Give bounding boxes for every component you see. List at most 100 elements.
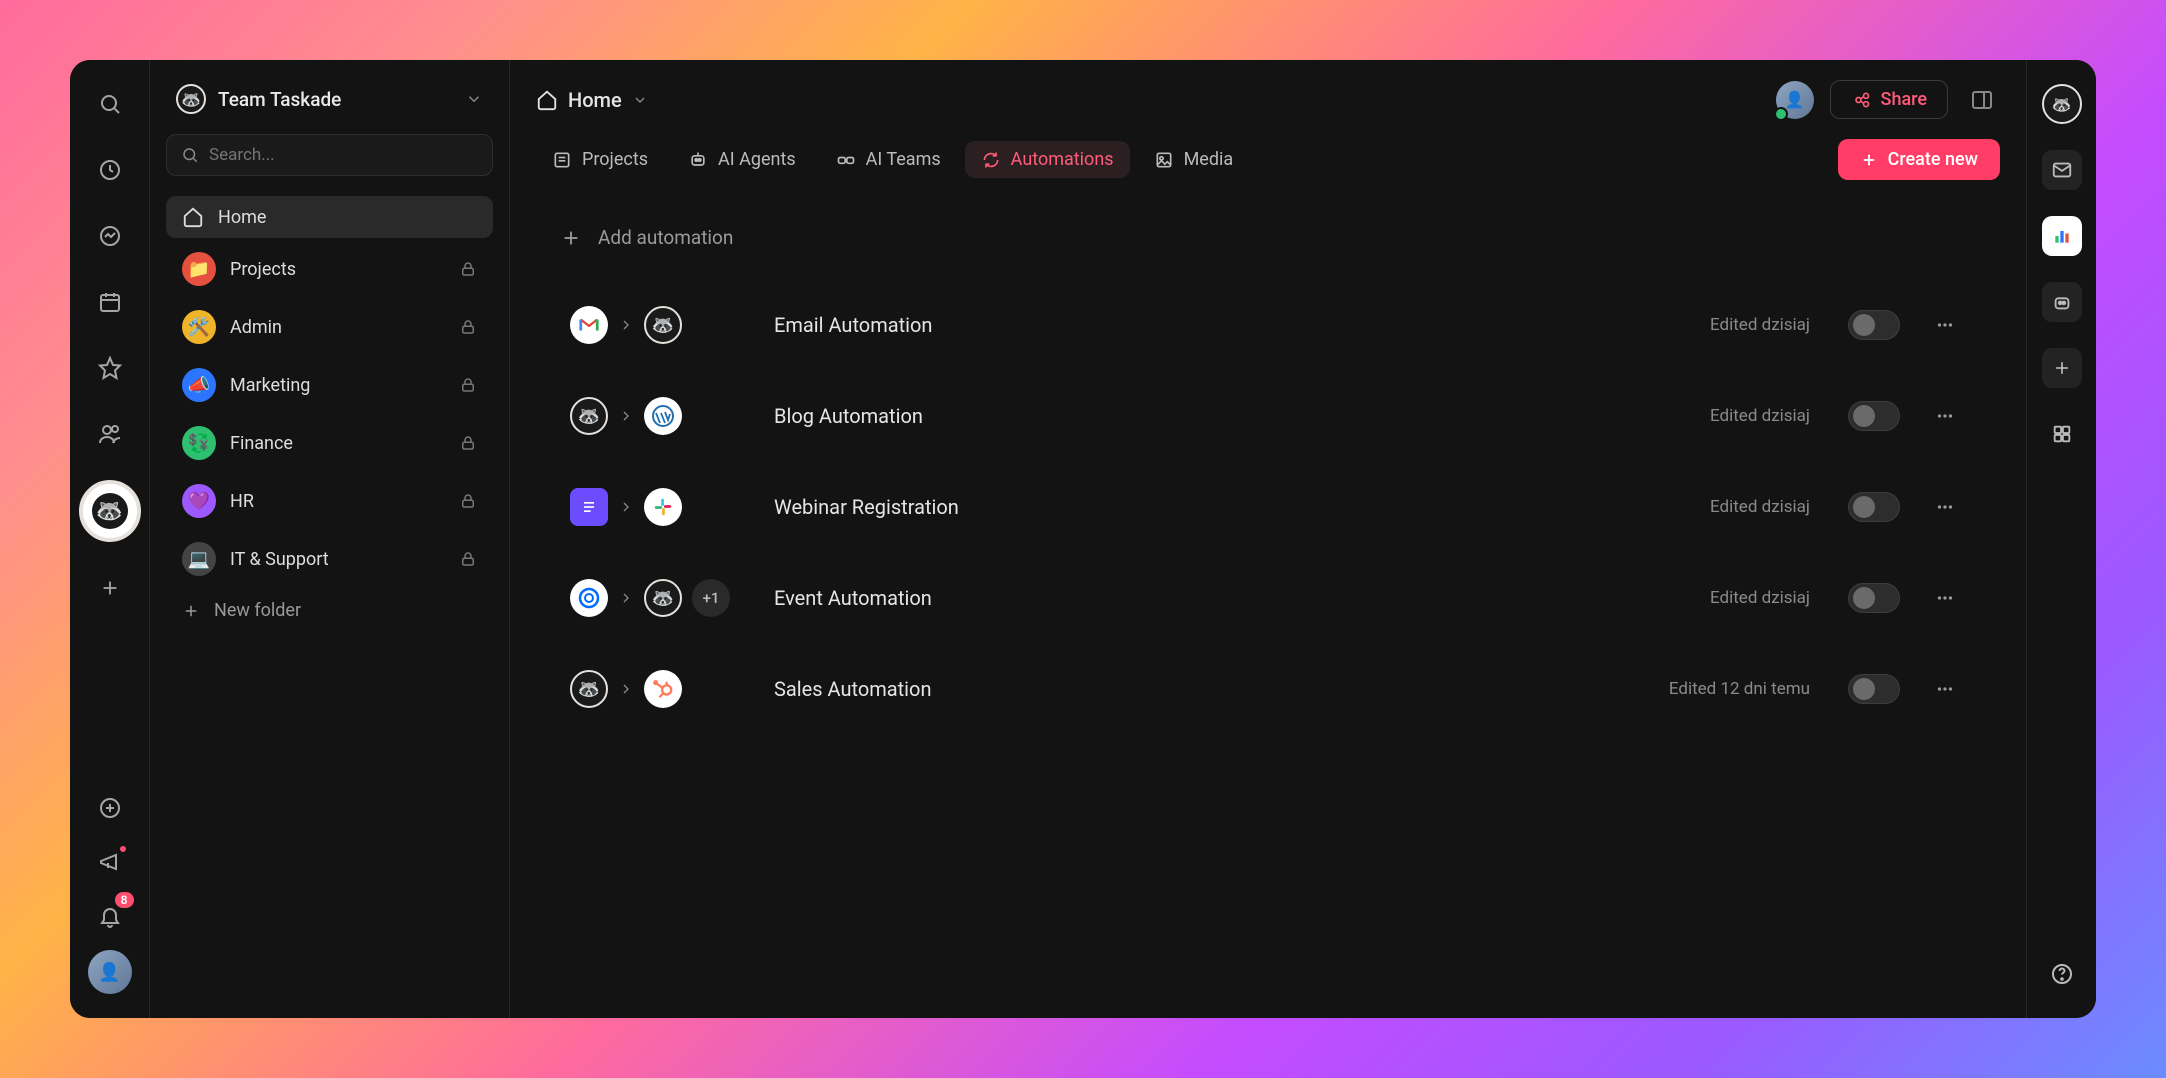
tab-label: Automations [1011, 149, 1114, 170]
sidebar-item-label: Marketing [230, 375, 310, 396]
add-workspace-button[interactable] [90, 568, 130, 608]
more-options-icon[interactable] [1924, 672, 1966, 706]
calendar-icon[interactable] [90, 282, 130, 322]
tab-ai-teams[interactable]: AI Teams [820, 141, 957, 178]
sidebar-item-admin[interactable]: 🛠️ Admin [166, 300, 493, 354]
page-title: Home [568, 88, 622, 112]
sidebar-item-finance[interactable]: 💱 Finance [166, 416, 493, 470]
share-button[interactable]: Share [1830, 80, 1948, 119]
share-label: Share [1881, 89, 1927, 110]
search-input[interactable] [209, 145, 478, 165]
automation-flow-icons [570, 488, 750, 526]
star-icon[interactable] [90, 348, 130, 388]
search-icon[interactable] [90, 84, 130, 124]
edited-timestamp: Edited dzisiaj [1710, 588, 1810, 608]
chevron-right-icon [618, 590, 634, 606]
automation-name: Blog Automation [774, 404, 1686, 428]
main-panel: Home 👤 Share [510, 60, 2026, 1018]
apps-grid-icon[interactable] [2042, 414, 2082, 454]
tab-media[interactable]: Media [1138, 141, 1250, 178]
more-options-icon[interactable] [1924, 399, 1966, 433]
folder-icon: 📁 [182, 252, 216, 286]
sidebar-item-home[interactable]: Home [166, 196, 493, 238]
edited-timestamp: Edited dzisiaj [1710, 315, 1810, 335]
content-area: Add automation 🦝 Email Automation Edited… [510, 198, 2026, 1018]
automation-name: Event Automation [774, 586, 1686, 610]
workspace-switcher[interactable]: 🦝 Team Taskade [166, 78, 493, 120]
robot-icon[interactable] [2042, 282, 2082, 322]
chevron-down-icon [465, 90, 483, 108]
lock-icon [459, 318, 477, 336]
notification-count-badge: 8 [115, 892, 134, 908]
agent-icon[interactable]: 🦝 [2042, 84, 2082, 124]
folder-icon: 📣 [182, 368, 216, 402]
new-item-icon[interactable] [90, 788, 130, 828]
more-options-icon[interactable] [1924, 308, 1966, 342]
folder-icon: 💻 [182, 542, 216, 576]
add-panel-button[interactable] [2042, 348, 2082, 388]
member-avatar[interactable]: 👤 [1776, 81, 1814, 119]
automation-row[interactable]: 🦝 Sales Automation Edited 12 dni temu [560, 643, 1976, 734]
tab-projects[interactable]: Projects [536, 141, 664, 178]
lock-icon [459, 550, 477, 568]
add-automation-button[interactable]: Add automation [560, 208, 1976, 279]
more-options-icon[interactable] [1924, 581, 1966, 615]
hubspot-icon [644, 670, 682, 708]
automation-name: Email Automation [774, 313, 1686, 337]
taskade-icon: 🦝 [644, 579, 682, 617]
enable-toggle[interactable] [1848, 674, 1900, 704]
enable-toggle[interactable] [1848, 310, 1900, 340]
lock-icon [459, 260, 477, 278]
tab-ai-agents[interactable]: AI Agents [672, 141, 812, 178]
edited-timestamp: Edited dzisiaj [1710, 406, 1810, 426]
chevron-right-icon [618, 408, 634, 424]
sidebar: 🦝 Team Taskade Home 📁 Projects [150, 60, 510, 1018]
enable-toggle[interactable] [1848, 401, 1900, 431]
notifications-icon[interactable]: 8 [90, 896, 130, 936]
activity-icon[interactable] [90, 216, 130, 256]
chevron-right-icon [618, 317, 634, 333]
lock-icon [459, 376, 477, 394]
clock-icon[interactable] [90, 150, 130, 190]
sidebar-item-label: Admin [230, 317, 282, 338]
announcements-icon[interactable] [90, 842, 130, 882]
workspace-name: Team Taskade [218, 88, 341, 111]
automation-row[interactable]: 🦝 Blog Automation Edited dzisiaj [560, 370, 1976, 461]
gmail-icon [570, 306, 608, 344]
topbar: Home 👤 Share [510, 60, 2026, 129]
nav-rail-right: 🦝 [2026, 60, 2096, 1018]
more-options-icon[interactable] [1924, 490, 1966, 524]
folder-icon: 💱 [182, 426, 216, 460]
workspace-avatar[interactable]: 🦝 [79, 480, 141, 542]
chart-icon[interactable] [2042, 216, 2082, 256]
help-icon[interactable] [2042, 954, 2082, 994]
search-input-wrapper[interactable] [166, 134, 493, 176]
nav-rail-left: 🦝 8 👤 [70, 60, 150, 1018]
automation-name: Sales Automation [774, 677, 1645, 701]
user-avatar[interactable]: 👤 [88, 950, 132, 994]
sidebar-item-it-support[interactable]: 💻 IT & Support [166, 532, 493, 586]
panel-toggle-icon[interactable] [1964, 82, 2000, 118]
extra-steps-badge: +1 [692, 579, 730, 617]
chevron-down-icon [632, 92, 648, 108]
mail-icon[interactable] [2042, 150, 2082, 190]
presence-dot [1774, 107, 1788, 121]
automation-row[interactable]: Webinar Registration Edited dzisiaj [560, 461, 1976, 552]
enable-toggle[interactable] [1848, 583, 1900, 613]
folder-icon: 🛠️ [182, 310, 216, 344]
sidebar-item-label: IT & Support [230, 549, 329, 570]
lock-icon [459, 492, 477, 510]
automation-list: 🦝 Email Automation Edited dzisiaj 🦝 Blog… [560, 279, 1976, 734]
automation-flow-icons: 🦝 [570, 670, 750, 708]
enable-toggle[interactable] [1848, 492, 1900, 522]
breadcrumb[interactable]: Home [536, 88, 648, 112]
automation-row[interactable]: 🦝 Email Automation Edited dzisiaj [560, 279, 1976, 370]
tab-automations[interactable]: Automations [965, 141, 1130, 178]
automation-row[interactable]: 🦝 +1 Event Automation Edited dzisiaj [560, 552, 1976, 643]
create-new-button[interactable]: Create new [1838, 139, 2000, 180]
people-icon[interactable] [90, 414, 130, 454]
sidebar-item-projects[interactable]: 📁 Projects [166, 242, 493, 296]
sidebar-item-marketing[interactable]: 📣 Marketing [166, 358, 493, 412]
sidebar-item-hr[interactable]: 💜 HR [166, 474, 493, 528]
new-folder-button[interactable]: New folder [166, 590, 493, 631]
